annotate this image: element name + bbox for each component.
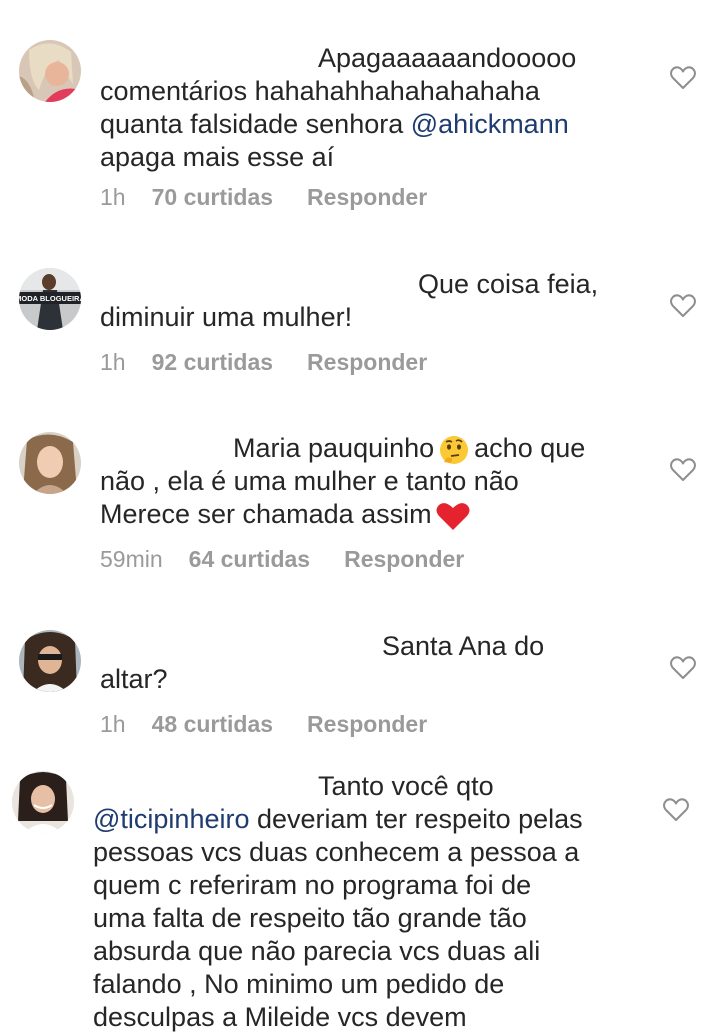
heart-outline-icon[interactable]	[670, 66, 696, 90]
comment-line: pessoas vcs duas conhecem a pessoa a	[93, 837, 580, 867]
comment-line: apaga mais esse aí	[100, 142, 335, 172]
avatar[interactable]	[19, 432, 81, 494]
comment-line-text: Maria pauquinho	[233, 433, 435, 463]
comment-line: Maria pauquinho acho que	[100, 432, 640, 465]
comment-line: não , ela é uma mulher e tanto não	[100, 466, 519, 496]
avatar[interactable]	[19, 40, 81, 102]
comment-text: Que coisa feia, diminuir uma mulher!	[100, 268, 640, 334]
comment-meta: 1h 70 curtidas Responder	[100, 184, 427, 211]
like-count[interactable]: 70 curtidas	[152, 184, 273, 211]
heart-outline-icon[interactable]	[670, 294, 696, 318]
comment-line: diminuir uma mulher!	[100, 302, 353, 332]
comment-meta: 1h 48 curtidas Responder	[100, 711, 427, 738]
comment-line: @ticipinheiro deveriam ter respeito pela…	[93, 803, 693, 836]
reply-button[interactable]: Responder	[344, 546, 464, 573]
timestamp: 59min	[100, 546, 163, 572]
comment-line-text: deveriam ter respeito pelas	[249, 804, 583, 834]
comment-line: falando , No minimo um pedido de	[93, 969, 505, 999]
comment-line: Que coisa feia,	[418, 269, 599, 299]
avatar[interactable]: MODA BLOGUEIRA	[19, 268, 81, 330]
comment-line-text: Merece ser chamada assim	[100, 499, 432, 529]
mention-link[interactable]: @ticipinheiro	[93, 804, 249, 834]
mention-link[interactable]: @ahickmann	[411, 109, 569, 139]
avatar[interactable]	[12, 771, 74, 833]
avatar-logo-text: MODA BLOGUEIRA	[19, 294, 81, 303]
timestamp: 1h	[100, 711, 126, 737]
red-heart-emoji	[436, 502, 470, 530]
heart-outline-icon[interactable]	[670, 458, 696, 482]
comment-line-text: acho que	[474, 433, 586, 463]
thinking-face-emoji	[440, 435, 469, 464]
reply-button[interactable]: Responder	[307, 349, 427, 376]
comment-text: Maria pauquinho acho que não , ela é uma…	[100, 432, 640, 531]
comment-meta: 1h 92 curtidas Responder	[100, 349, 427, 376]
comment-line: Santa Ana do	[382, 631, 545, 661]
comment-text: Apagaaaaaandooooo comentários hahahahhah…	[100, 42, 640, 174]
comment-line: uma falta de respeito tão grande tão	[93, 903, 527, 933]
heart-outline-icon[interactable]	[663, 798, 689, 822]
comment-line: Tanto você qto	[318, 771, 494, 801]
heart-outline-icon[interactable]	[670, 656, 696, 680]
comment-meta: 59min 64 curtidas Responder	[100, 546, 464, 573]
comment-text: Santa Ana do altar?	[100, 630, 640, 696]
comment-line: quem c referiram no programa foi de	[93, 870, 532, 900]
comment-4: Santa Ana do altar? 1h 48 curtidas Respond…	[0, 610, 711, 760]
comment-line-text: quanta falsidade senhora	[100, 109, 411, 139]
comment-5: Tanto você qto @ticipinheiro deveriam te…	[0, 760, 711, 1032]
comment-text: Tanto você qto @ticipinheiro deveriam te…	[93, 770, 693, 1034]
comment-line: quanta falsidade senhora @ahickmann	[100, 108, 640, 141]
reply-button[interactable]: Responder	[307, 184, 427, 211]
comment-1: Apagaaaaaandooooo comentários hahahahhah…	[0, 0, 711, 240]
comment-line: altar?	[100, 664, 168, 694]
like-count[interactable]: 92 curtidas	[152, 349, 273, 376]
timestamp: 1h	[100, 184, 126, 210]
comment-line: comentários hahahahhahahahahaha	[100, 76, 540, 106]
comment-line: desculpas a Mileide vcs devem	[93, 1002, 467, 1032]
comment-2: MODA BLOGUEIRA Que coisa feia, diminuir …	[0, 240, 711, 410]
like-count[interactable]: 48 curtidas	[152, 711, 273, 738]
like-count[interactable]: 64 curtidas	[189, 546, 310, 573]
comment-3: Maria pauquinho acho que não , ela é uma…	[0, 410, 711, 610]
comment-line: Merece ser chamada assim	[100, 498, 640, 531]
avatar[interactable]	[19, 630, 81, 692]
reply-button[interactable]: Responder	[307, 711, 427, 738]
comment-line: Apagaaaaaandooooo	[318, 43, 577, 73]
timestamp: 1h	[100, 349, 126, 375]
comment-line: absurda que não parecia vcs duas ali	[93, 936, 541, 966]
